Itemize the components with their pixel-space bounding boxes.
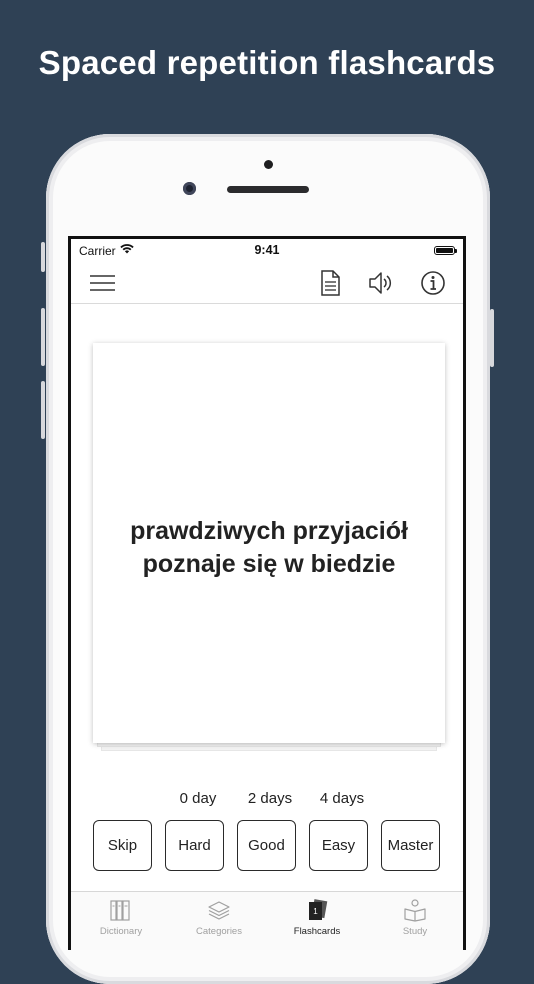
speaker-icon <box>369 272 392 294</box>
book-reader-icon <box>404 899 426 922</box>
battery-icon <box>434 246 457 255</box>
app-screen: Carrier 9:41 prawdziwych przyjaciół pozn… <box>68 236 466 950</box>
layers-icon <box>208 901 230 920</box>
hard-button[interactable]: Hard <box>165 820 224 871</box>
front-camera <box>183 182 196 195</box>
info-button[interactable] <box>417 267 449 299</box>
headline: Spaced repetition flashcards <box>38 44 496 81</box>
easy-button[interactable]: Easy <box>309 820 368 871</box>
good-button[interactable]: Good <box>237 820 296 871</box>
tab-dictionary[interactable]: Dictionary <box>72 892 170 940</box>
interval-good: 2 days <box>247 790 293 807</box>
interval-easy: 4 days <box>319 790 365 807</box>
menu-icon <box>90 275 115 291</box>
interval-hard: 0 day <box>179 790 217 807</box>
navigation-bar <box>71 263 463 304</box>
status-bar: Carrier 9:41 <box>71 239 463 263</box>
front-sensor <box>264 160 273 169</box>
flashcard-line: poznaje się w biedzie <box>142 550 396 578</box>
speaker-button[interactable] <box>364 267 396 299</box>
flashcards-count: 1 <box>313 907 318 916</box>
tab-categories[interactable]: Categories <box>170 892 268 940</box>
tab-label: Flashcards <box>293 926 341 937</box>
earpiece-speaker <box>227 186 309 193</box>
tab-label: Dictionary <box>99 926 143 937</box>
flashcard-text: prawdziwych przyjaciół poznaje się w bie… <box>130 515 408 581</box>
master-button[interactable]: Master <box>381 820 440 871</box>
flashcard-line: prawdziwych przyjaciół <box>130 517 408 545</box>
volume-up-button <box>41 308 45 366</box>
document-button[interactable] <box>314 267 346 299</box>
books-icon <box>110 900 130 921</box>
menu-button[interactable] <box>87 267 119 299</box>
mute-switch <box>41 242 45 272</box>
info-icon <box>421 271 445 295</box>
power-button <box>490 309 494 367</box>
tab-label: Study <box>402 926 428 937</box>
clock: 9:41 <box>254 243 280 257</box>
tab-flashcards[interactable]: 1 Flashcards <box>268 892 366 940</box>
tab-bar: Dictionary Categories 1 Flashcards Study <box>71 891 463 950</box>
skip-button[interactable]: Skip <box>93 820 152 871</box>
flashcard-stack: prawdziwych przyjaciół poznaje się w bie… <box>93 343 445 751</box>
document-icon <box>321 270 340 296</box>
tab-label: Categories <box>196 926 242 937</box>
volume-down-button <box>41 381 45 439</box>
tab-study[interactable]: Study <box>366 892 463 940</box>
cards-icon: 1 <box>309 899 328 920</box>
flashcard[interactable]: prawdziwych przyjaciół poznaje się w bie… <box>93 343 445 743</box>
